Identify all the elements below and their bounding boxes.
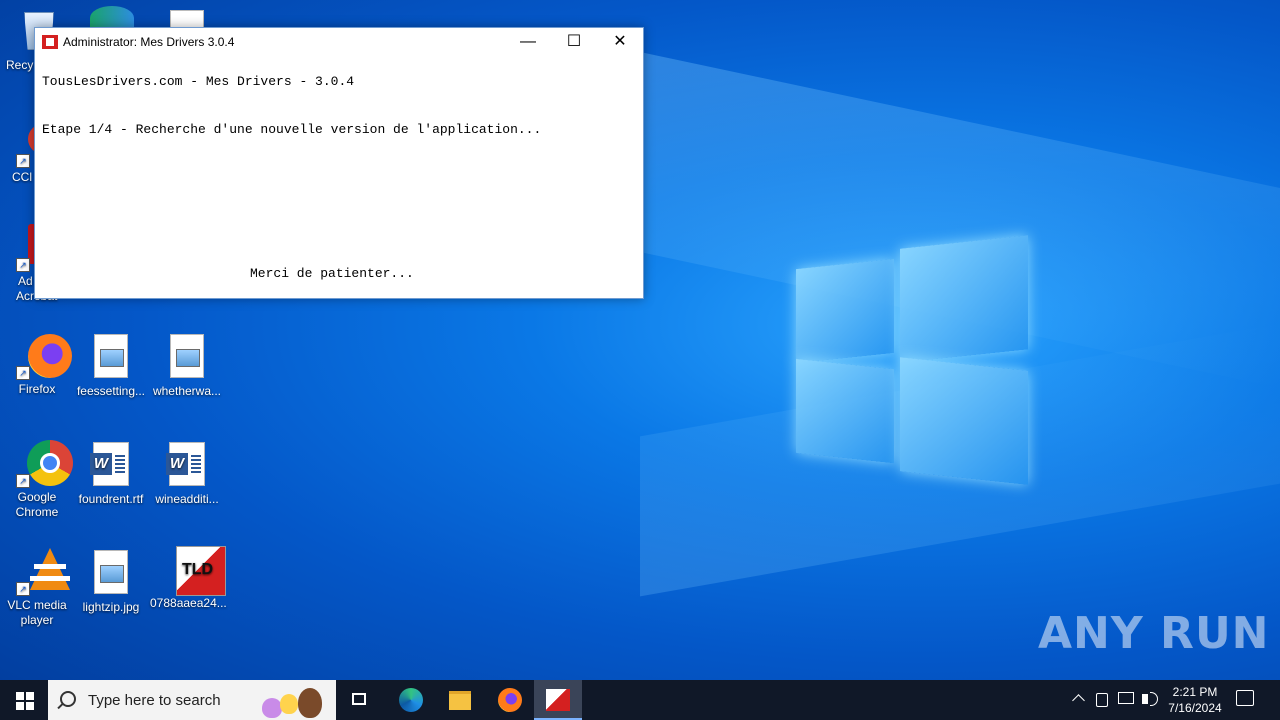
tld-app-icon[interactable] (534, 680, 582, 720)
desktop-icon-chrome[interactable]: ↗ Google Chrome (0, 440, 74, 520)
image-file-icon (88, 550, 134, 596)
taskbar-clock[interactable]: 2:21 PM 7/16/2024 (1162, 684, 1228, 716)
minimize-button[interactable]: — (505, 28, 551, 56)
desktop-icon-lightzip[interactable]: lightzip.jpg (74, 550, 148, 615)
taskbar: Type here to search 2:21 PM 7/16/2024 (0, 680, 1280, 720)
taskbar-search-box[interactable]: Type here to search (48, 680, 336, 720)
firefox-icon: ↗ (14, 332, 72, 380)
firefox-icon[interactable] (486, 680, 534, 720)
notification-center-icon[interactable] (1236, 690, 1254, 706)
shortcut-arrow-icon: ↗ (16, 154, 30, 168)
shortcut-arrow-icon: ↗ (16, 474, 30, 488)
word-file-icon: W (164, 442, 210, 488)
word-file-icon: W (88, 442, 134, 488)
desktop-icon-firefox[interactable]: ↗ Firefox (0, 332, 74, 397)
console-wait-line: Merci de patienter... (250, 266, 414, 281)
desktop-icon-label: Google (17, 490, 57, 504)
tld-app-icon (42, 35, 58, 49)
desktop-icon-label: 0788aaea24... (150, 596, 227, 610)
desktop-icon-foundrent[interactable]: W foundrent.rtf (74, 442, 148, 507)
window-title: Administrator: Mes Drivers 3.0.4 (63, 35, 235, 49)
image-file-icon (88, 334, 134, 380)
desktop-icon-label: feessetting... (76, 384, 146, 398)
windows-start-icon[interactable] (0, 680, 48, 720)
shortcut-arrow-icon: ↗ (16, 366, 30, 380)
desktop-icon-label: wineadditi... (155, 492, 219, 506)
desktop-icon-label: VLC media (7, 598, 67, 612)
edge-icon[interactable] (386, 680, 434, 720)
desktop-icon-feessetting[interactable]: feessetting... (74, 334, 148, 399)
console-step-line: Etape 1/4 - Recherche d'une nouvelle ver… (42, 122, 542, 137)
clock-date: 7/16/2024 (1168, 701, 1222, 715)
desktop-icon-label: lightzip.jpg (82, 600, 140, 614)
desktop-icon-label: player (20, 613, 54, 627)
tld-app-icon: TLD (164, 546, 226, 596)
desktop-icon-label: Chrome (15, 505, 59, 519)
shortcut-arrow-icon: ↗ (16, 258, 30, 272)
close-button[interactable]: ✕ (597, 28, 643, 56)
task-view-icon[interactable] (336, 680, 384, 720)
search-icon (60, 691, 76, 707)
desktop-icon-label: whetherwa... (152, 384, 222, 398)
search-placeholder: Type here to search (88, 692, 221, 709)
desktop-icon-label: Firefox (18, 382, 56, 396)
desktop-icon-vlc[interactable]: ↗ VLC media player (0, 548, 74, 628)
search-highlight-decoration (258, 686, 328, 718)
desktop-icon-label: foundrent.rtf (78, 492, 144, 506)
clock-time: 2:21 PM (1172, 685, 1218, 699)
maximize-button[interactable]: ☐ (551, 28, 597, 56)
desktop-icon-wineadditi[interactable]: W wineadditi... (150, 442, 224, 507)
window-titlebar[interactable]: Administrator: Mes Drivers 3.0.4 — ☐ ✕ (35, 28, 643, 56)
vlc-icon: ↗ (14, 548, 70, 596)
file-explorer-icon[interactable] (436, 680, 484, 720)
image-file-icon (164, 334, 210, 380)
shortcut-arrow-icon: ↗ (16, 582, 30, 596)
console-header-line: TousLesDrivers.com - Mes Drivers - 3.0.4 (42, 74, 355, 89)
chrome-icon: ↗ (14, 440, 73, 488)
windows-wallpaper-logo (796, 235, 1028, 485)
anyrun-watermark: ANY RUN (1038, 608, 1270, 659)
desktop-icon-exe-file[interactable]: TLD 0788aaea24... (150, 546, 227, 611)
console-window[interactable]: Administrator: Mes Drivers 3.0.4 — ☐ ✕ T… (34, 27, 644, 299)
desktop-icon-whetherwa[interactable]: whetherwa... (150, 334, 224, 399)
